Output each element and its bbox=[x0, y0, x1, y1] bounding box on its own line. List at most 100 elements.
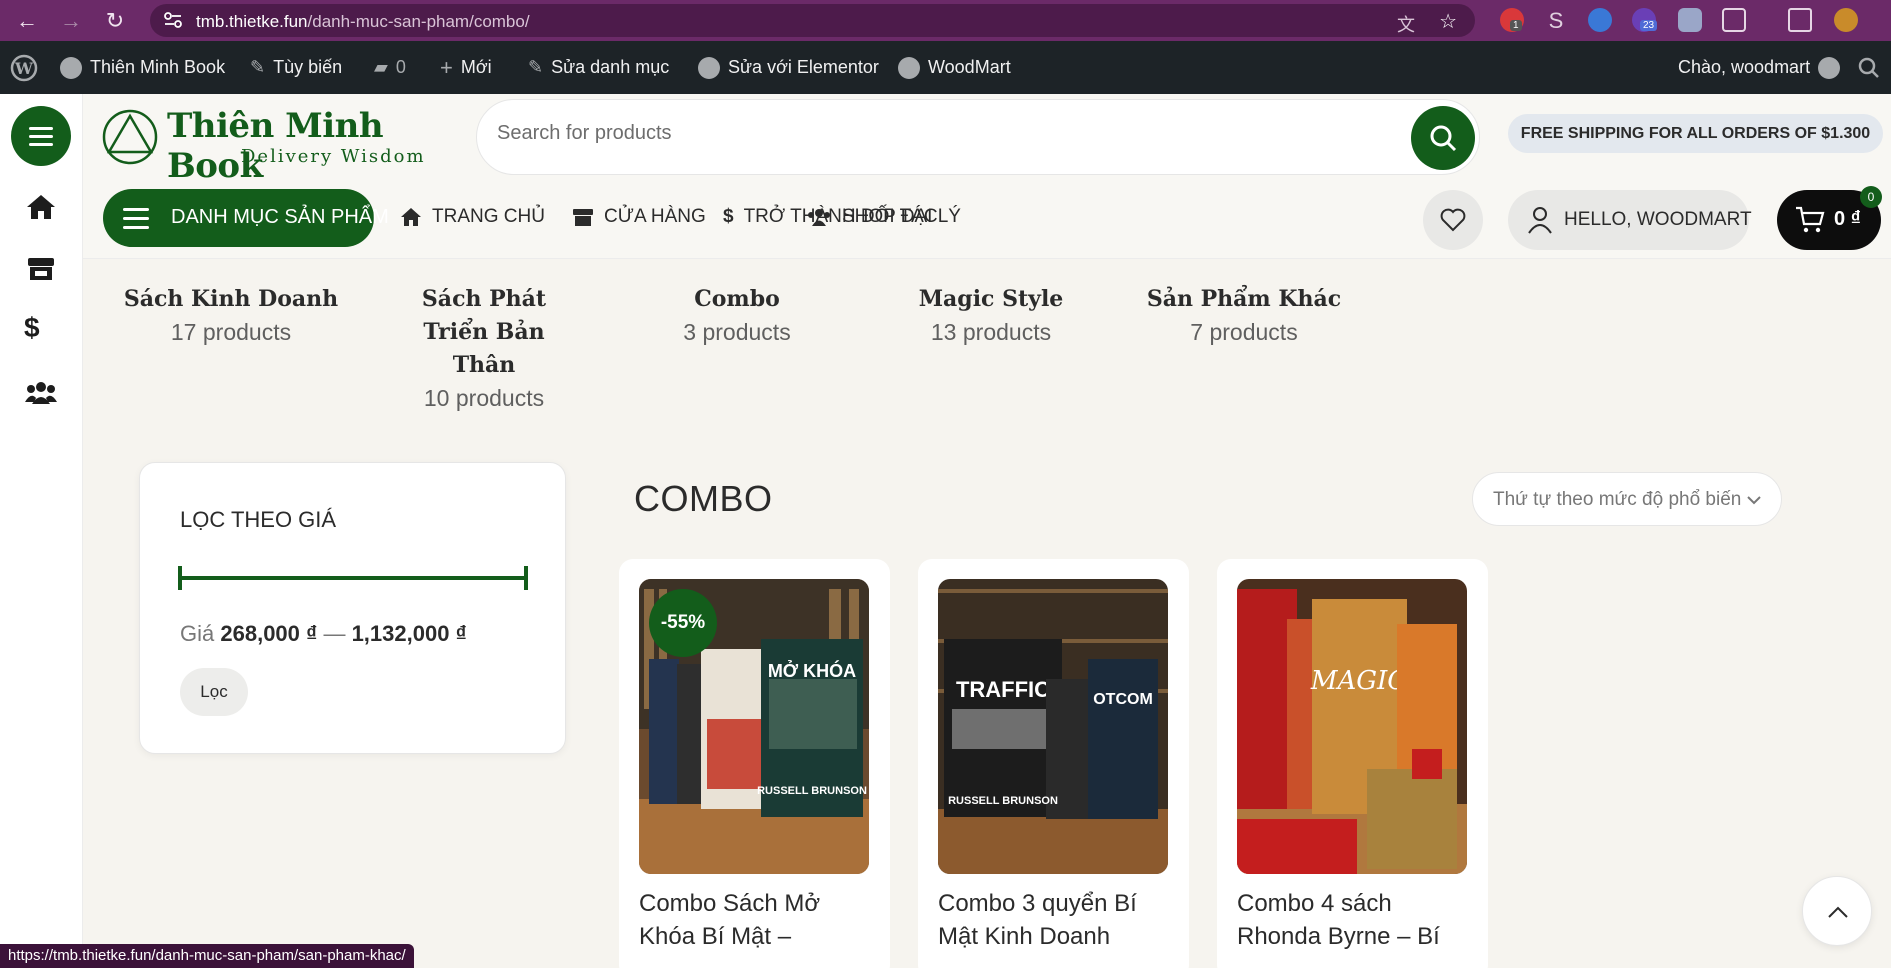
slider-handle-max[interactable] bbox=[524, 566, 528, 590]
scroll-to-top-button[interactable] bbox=[1802, 876, 1872, 946]
logo-mark-icon bbox=[102, 109, 158, 165]
reload-icon[interactable]: ↻ bbox=[100, 6, 130, 36]
site-header: Thiên Minh Book Delivery Wisdom FREE SHI… bbox=[83, 94, 1891, 259]
url-text: tmb.thietke.fun/danh-muc-san-pham/combo/ bbox=[196, 12, 530, 31]
svg-text:RUSSELL BRUNSON: RUSSELL BRUNSON bbox=[757, 785, 867, 797]
product-card[interactable]: TRAFFIC OTCOM RUSSELL BRUNSON Combo 3 qu… bbox=[918, 559, 1189, 968]
extensions-puzzle-icon[interactable] bbox=[1722, 8, 1746, 32]
brush-icon: ✎ bbox=[250, 57, 266, 77]
search-form bbox=[476, 99, 1480, 175]
site-logo[interactable]: Thiên Minh Book Delivery Wisdom bbox=[101, 106, 451, 186]
wordpress-logo-icon[interactable]: W bbox=[10, 41, 38, 94]
category-item[interactable]: Sách Phát Triển Bản Thân 10 products bbox=[374, 283, 594, 415]
hamburger-icon bbox=[123, 208, 149, 235]
star-icon[interactable]: ☆ bbox=[1439, 9, 1457, 34]
product-title[interactable]: Combo 4 sách Rhonda Byrne – Bí bbox=[1237, 887, 1477, 953]
price-range-slider[interactable] bbox=[180, 576, 526, 580]
admin-woodmart[interactable]: WoodMart bbox=[898, 41, 1011, 94]
category-item[interactable]: Magic Style 13 products bbox=[881, 283, 1101, 349]
translate-icon[interactable]: 文 bbox=[1397, 11, 1415, 37]
price-filter-widget: LỌC THEO GIÁ Giá 268,000 ₫ — 1,132,000 ₫… bbox=[139, 462, 566, 754]
comment-icon: ▰ bbox=[374, 57, 388, 77]
dashboard-icon bbox=[60, 56, 82, 79]
sort-select[interactable]: Thứ tự theo mức độ phổ biến bbox=[1472, 472, 1782, 526]
elementor-icon bbox=[698, 56, 720, 79]
dollar-icon: $ bbox=[723, 206, 734, 227]
filter-title: LỌC THEO GIÁ bbox=[180, 507, 337, 532]
product-card[interactable]: MAGIC Combo 4 sách Rhonda Byrne – Bí bbox=[1217, 559, 1488, 968]
categories-menu-button[interactable]: DANH MỤC SẢN PHẨM bbox=[103, 189, 389, 247]
user-avatar-icon bbox=[1818, 56, 1841, 79]
slider-handle-min[interactable] bbox=[178, 566, 182, 590]
browser-toolbar: ← → ↻ tmb.thietke.fun/danh-muc-san-pham/… bbox=[0, 0, 1891, 41]
admin-customize[interactable]: ✎ Tùy biến bbox=[250, 41, 342, 94]
admin-greeting[interactable]: Chào, woodmart bbox=[1678, 41, 1841, 94]
product-image[interactable]: MAGIC bbox=[1237, 579, 1467, 874]
admin-new[interactable]: + Mới bbox=[440, 41, 492, 94]
pencil-icon: ✎ bbox=[528, 57, 544, 77]
menu-item-store[interactable]: CỬA HÀNG bbox=[572, 206, 706, 228]
svg-text:MAGIC: MAGIC bbox=[1310, 666, 1407, 696]
logo-tagline: Delivery Wisdom bbox=[241, 146, 426, 167]
extension-icon[interactable]: 1 bbox=[1500, 8, 1524, 32]
sticky-sidebar: $ bbox=[0, 94, 83, 968]
home-icon bbox=[401, 208, 421, 226]
chevron-up-icon bbox=[1828, 906, 1848, 918]
account-button[interactable]: HELLO, WOODMART bbox=[1508, 190, 1752, 250]
sale-badge: -55% bbox=[649, 589, 717, 657]
extension-s-icon[interactable]: S bbox=[1544, 8, 1568, 33]
forward-icon[interactable]: → bbox=[56, 6, 86, 36]
profile-avatar[interactable] bbox=[1834, 8, 1858, 32]
heart-icon bbox=[1440, 208, 1466, 232]
site-info-icon[interactable] bbox=[164, 12, 182, 28]
admin-site-name[interactable]: Thiên Minh Book bbox=[60, 41, 225, 94]
cart-count-badge: 0 bbox=[1860, 186, 1882, 208]
svg-text:OTCOM: OTCOM bbox=[1093, 691, 1153, 708]
price-range-text: Giá 268,000 ₫ — 1,132,000 ₫ bbox=[180, 621, 467, 646]
admin-comments[interactable]: ▰ 0 bbox=[374, 41, 406, 94]
back-icon[interactable]: ← bbox=[12, 6, 42, 36]
menu-item-agency[interactable]: SHOP ĐẠI LÝ bbox=[806, 206, 961, 228]
svg-text:RUSSELL BRUNSON: RUSSELL BRUNSON bbox=[948, 795, 1058, 807]
search-icon bbox=[1430, 125, 1457, 152]
store-icon[interactable] bbox=[24, 254, 58, 284]
status-bar-url: https://tmb.thietke.fun/danh-muc-san-pha… bbox=[0, 944, 414, 968]
users-icon bbox=[808, 209, 830, 226]
filter-button[interactable]: Lọc bbox=[180, 668, 248, 716]
wp-admin-bar: W Thiên Minh Book ✎ Tùy biến ▰ 0 + Mới ✎ Sửa… bbox=[0, 41, 1891, 94]
product-title[interactable]: Combo 3 quyển Bí Mật Kinh Doanh bbox=[938, 887, 1178, 953]
menu-toggle-button[interactable] bbox=[11, 106, 71, 166]
user-icon bbox=[1528, 207, 1552, 234]
shipping-badge: FREE SHIPPING FOR ALL ORDERS OF $1.300 bbox=[1508, 114, 1883, 153]
cart-icon bbox=[1796, 206, 1825, 233]
address-bar[interactable]: tmb.thietke.fun/danh-muc-san-pham/combo/… bbox=[150, 4, 1475, 37]
extension-cap-icon[interactable]: 23 bbox=[1632, 8, 1658, 32]
category-item[interactable]: Sản Phẩm Khác 7 products bbox=[1134, 283, 1354, 349]
page-title: COMBO bbox=[634, 478, 773, 519]
dollar-icon[interactable]: $ bbox=[24, 312, 58, 343]
plus-icon: + bbox=[440, 55, 453, 80]
product-image[interactable]: TRAFFIC OTCOM RUSSELL BRUNSON bbox=[938, 579, 1168, 874]
category-item[interactable]: Sách Kinh Doanh 17 products bbox=[121, 283, 341, 349]
users-icon[interactable] bbox=[24, 378, 58, 408]
menu-item-home[interactable]: TRANG CHỦ bbox=[400, 206, 545, 228]
product-title[interactable]: Combo Sách Mở Khóa Bí Mật – bbox=[639, 887, 879, 953]
svg-text:TRAFFIC: TRAFFIC bbox=[956, 677, 1050, 702]
search-input[interactable] bbox=[497, 122, 1297, 145]
product-image[interactable]: MỞ KHÓA RUSSELL BRUNSON -55% bbox=[639, 579, 869, 874]
admin-edit-category[interactable]: ✎ Sửa danh mục bbox=[528, 41, 669, 94]
wishlist-button[interactable] bbox=[1423, 190, 1483, 250]
product-card[interactable]: MỞ KHÓA RUSSELL BRUNSON -55% Combo Sách … bbox=[619, 559, 890, 968]
category-item[interactable]: Combo 3 products bbox=[627, 283, 847, 349]
svg-text:W: W bbox=[14, 59, 34, 78]
search-button[interactable] bbox=[1411, 106, 1475, 170]
svg-text:MỞ KHÓA: MỞ KHÓA bbox=[768, 660, 856, 681]
store-icon bbox=[573, 209, 593, 226]
admin-edit-elementor[interactable]: Sửa với Elementor bbox=[698, 41, 879, 94]
woodmart-icon bbox=[898, 56, 920, 79]
side-panel-icon[interactable] bbox=[1788, 8, 1812, 32]
extension-globe-icon[interactable] bbox=[1588, 8, 1612, 32]
extension-shield-icon[interactable] bbox=[1678, 8, 1702, 32]
home-icon[interactable] bbox=[24, 192, 58, 222]
admin-search-icon[interactable] bbox=[1858, 41, 1880, 94]
